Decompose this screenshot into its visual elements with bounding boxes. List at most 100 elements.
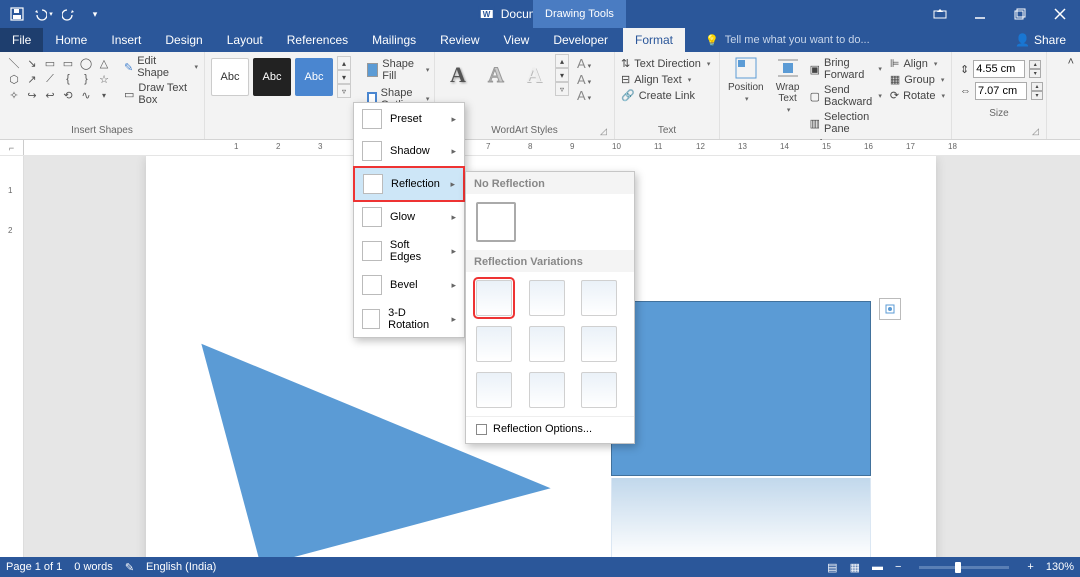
draw-text-box-button[interactable]: ▭Draw Text Box [122,81,200,107]
menu-soft-edges[interactable]: Soft Edges▸ [354,233,464,269]
status-words[interactable]: 0 words [74,561,113,573]
status-page[interactable]: Page 1 of 1 [6,561,62,573]
collapse-ribbon-icon[interactable]: ˄ [1062,52,1080,139]
view-print-layout-icon[interactable]: ▦ [850,561,860,574]
create-link-button[interactable]: 🔗Create Link [619,88,712,103]
save-icon[interactable] [6,3,28,25]
tab-format[interactable]: Format [623,28,685,52]
reflection-variation-8[interactable] [529,372,565,408]
status-language[interactable]: English (India) [146,561,216,573]
style-gallery-up[interactable]: ▴ [337,56,351,70]
tab-review[interactable]: Review [428,28,491,52]
style-gallery-more[interactable]: ▿ [337,84,351,98]
tab-design[interactable]: Design [153,28,214,52]
shapes-gallery[interactable]: ＼↘▭▭◯△ ⬡↗⟋{}☆ ✧↪↩⟲∿▾ [6,56,112,102]
tab-view[interactable]: View [492,28,542,52]
wordart-gallery-up[interactable]: ▴ [555,54,569,68]
reflection-variation-2[interactable] [529,280,565,316]
align-button[interactable]: ⊫Align▾ [888,56,947,71]
rotate-icon: ⟳ [890,89,899,102]
reflection-variation-1[interactable] [476,280,512,316]
layout-options-icon[interactable] [879,298,901,320]
menu-bevel[interactable]: Bevel▸ [354,269,464,301]
reflection-variation-9[interactable] [581,372,617,408]
zoom-slider[interactable] [919,566,1009,569]
wrap-text-button[interactable]: Wrap Text▾ [772,54,804,116]
text-effects-button[interactable]: A▾ [577,88,591,103]
shape-style-thumb-2[interactable]: Abc [253,58,291,96]
undo-icon[interactable]: ▾ [32,3,54,25]
wordart-launcher[interactable]: ◿ [600,126,612,138]
vertical-ruler[interactable]: 1 2 [0,156,24,557]
reflection-variation-4[interactable] [476,326,512,362]
reflection-none[interactable] [476,202,516,242]
close-button[interactable] [1040,0,1080,28]
edit-shape-button[interactable]: ✎Edit Shape▾ [122,54,200,80]
ribbon-tabs: File Home Insert Design Layout Reference… [0,28,1080,52]
share-button[interactable]: 👤Share [1001,28,1080,52]
send-backward-button[interactable]: ▢Send Backward▾ [808,83,884,109]
position-button[interactable]: Position▾ [724,54,768,105]
align-icon: ⊫ [890,57,900,70]
style-gallery-down[interactable]: ▾ [337,70,351,84]
shape-rectangle[interactable] [611,301,871,476]
menu-shadow[interactable]: Shadow▸ [354,135,464,167]
group-arrange: Position▾ Wrap Text▾ ▣Bring Forward▾ ▢Se… [720,52,952,139]
wordart-gallery-down[interactable]: ▾ [555,68,569,82]
bring-forward-button[interactable]: ▣Bring Forward▾ [808,56,884,82]
reflection-variation-3[interactable] [581,280,617,316]
reflection-variation-7[interactable] [476,372,512,408]
view-web-layout-icon[interactable]: ▬ [872,561,883,573]
status-spellcheck-icon[interactable]: ✎ [125,561,134,574]
zoom-in-button[interactable]: + [1027,561,1033,573]
wordart-thumb-3[interactable]: A [515,56,553,94]
minimize-button[interactable] [960,0,1000,28]
tab-file[interactable]: File [0,28,43,52]
reflection-variation-6[interactable] [581,326,617,362]
view-read-mode-icon[interactable]: ▤ [827,561,837,574]
shape-fill-button[interactable]: Shape Fill▾ [361,56,435,84]
shape-width-field[interactable]: ⇔ ▴▾ [960,82,1038,100]
selection-pane-button[interactable]: ▥Selection Pane [808,110,884,136]
reflection-options[interactable]: Reflection Options... [466,416,634,441]
tab-mailings[interactable]: Mailings [360,28,428,52]
shape-style-thumb-1[interactable]: Abc [211,58,249,96]
align-text-button[interactable]: ⊟Align Text▾ [619,72,712,87]
width-input[interactable] [975,82,1027,100]
wordart-thumb-2[interactable]: A [477,56,515,94]
wordart-thumb-1[interactable]: A [439,56,477,94]
menu-preset[interactable]: Preset▸ [354,103,464,135]
menu-reflection[interactable]: Reflection▸ [354,167,464,201]
tell-me-search[interactable]: 💡Tell me what you want to do... [705,28,870,52]
tab-references[interactable]: References [275,28,360,52]
qat-customize-icon[interactable]: ▾ [84,3,106,25]
tab-insert[interactable]: Insert [99,28,153,52]
wordart-gallery-more[interactable]: ▿ [555,82,569,96]
text-outline-button[interactable]: A▾ [577,72,591,87]
tab-layout[interactable]: Layout [215,28,275,52]
size-launcher[interactable]: ◿ [1032,126,1044,138]
shape-style-thumb-3[interactable]: Abc [295,58,333,96]
redo-icon[interactable] [58,3,80,25]
group-button[interactable]: ▦Group▾ [888,72,947,87]
width-up[interactable]: ▴ [1031,82,1043,91]
menu-glow[interactable]: Glow▸ [354,201,464,233]
height-down[interactable]: ▾ [1029,69,1041,78]
text-fill-button[interactable]: A▾ [577,56,591,71]
zoom-out-button[interactable]: − [895,561,901,573]
horizontal-ruler[interactable]: ⌐ 123456789101112131415161718 [0,140,1080,156]
reflection-variation-5[interactable] [529,326,565,362]
zoom-level[interactable]: 130% [1046,561,1074,573]
menu-3d-rotation[interactable]: 3-D Rotation▸ [354,301,464,337]
restore-button[interactable] [1000,0,1040,28]
text-direction-button[interactable]: ⇅Text Direction▾ [619,56,712,71]
shape-height-field[interactable]: ⇕ ▴▾ [960,60,1038,78]
tab-developer[interactable]: Developer [541,28,620,52]
ribbon-options-icon[interactable] [920,0,960,28]
rotate-button[interactable]: ⟳Rotate▾ [888,88,947,103]
width-down[interactable]: ▾ [1031,91,1043,100]
height-up[interactable]: ▴ [1029,60,1041,69]
ruler-corner: ⌐ [0,140,24,155]
height-input[interactable] [973,60,1025,78]
tab-home[interactable]: Home [43,28,99,52]
